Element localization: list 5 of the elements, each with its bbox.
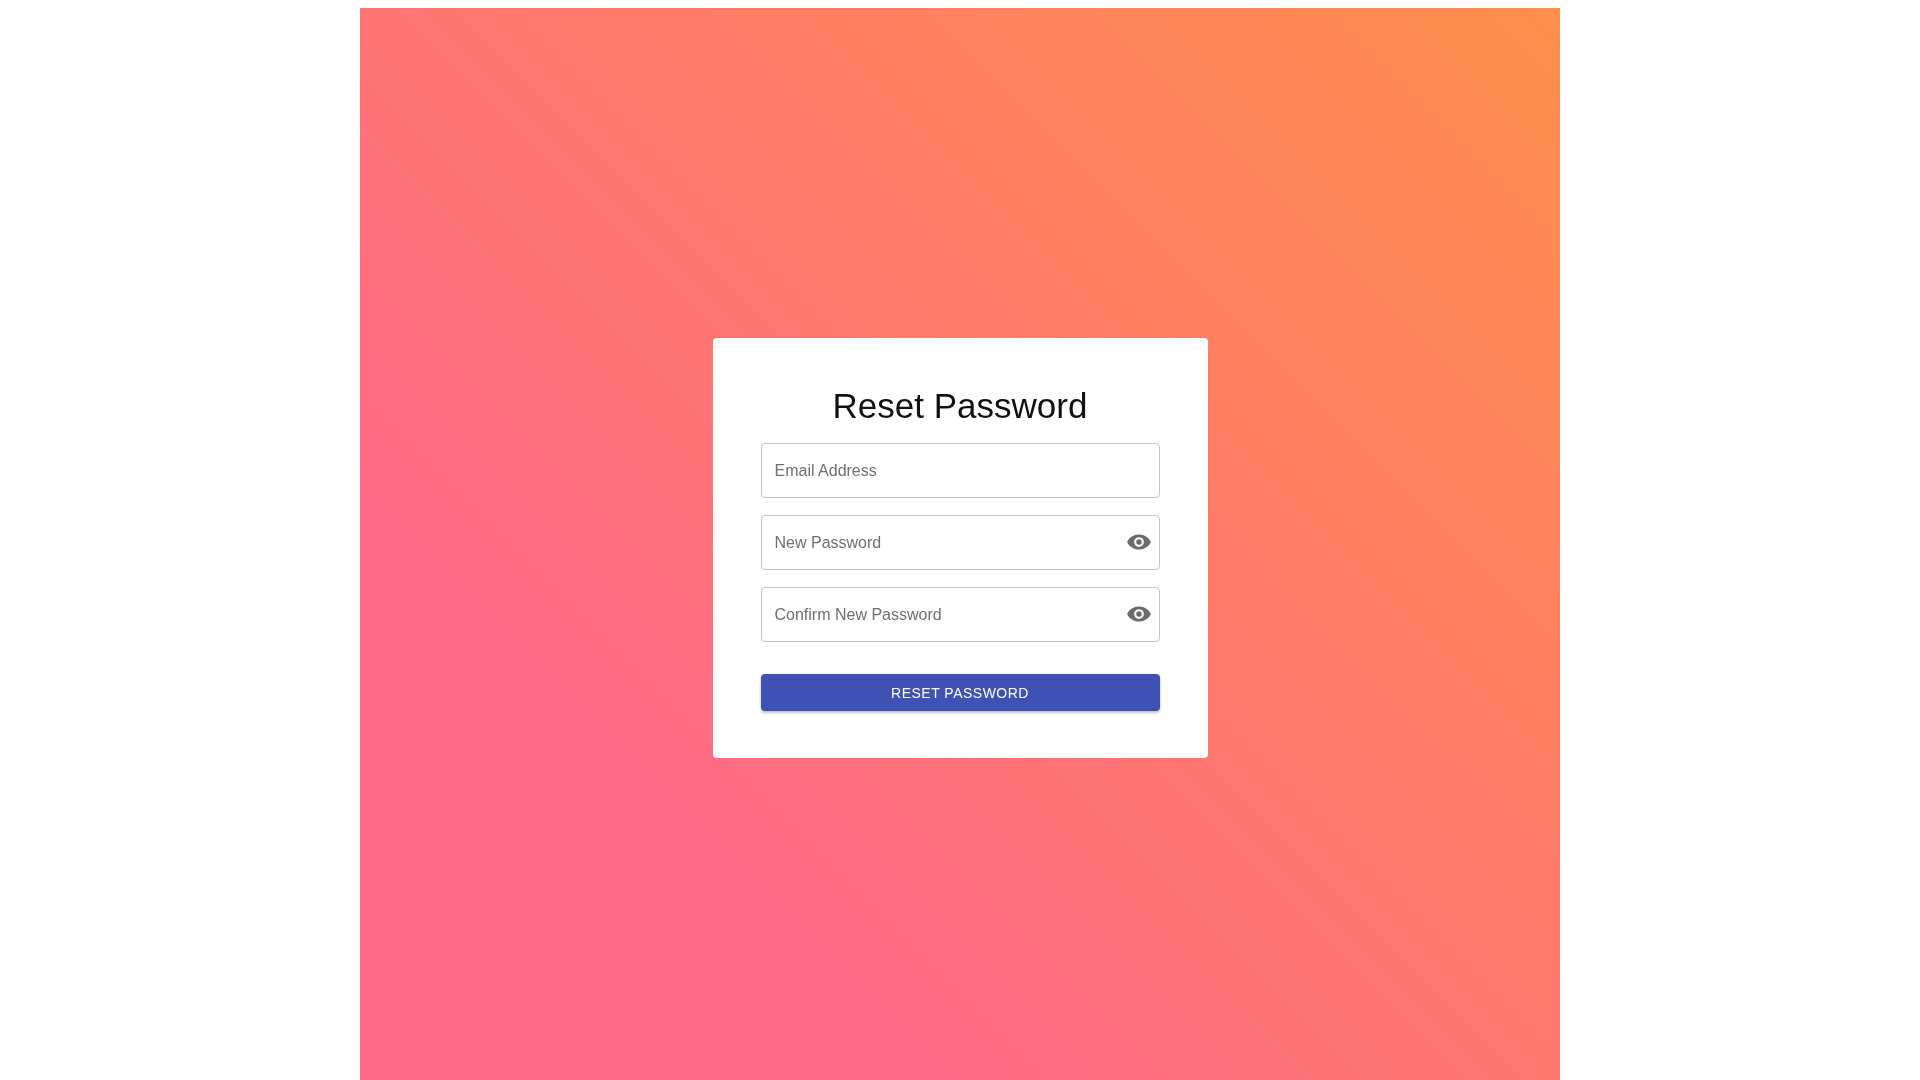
email-field[interactable]: Email Address [760,443,1160,498]
reset-password-button[interactable]: RESET PASSWORD [760,674,1160,711]
password-field[interactable]: Confirm New Password [760,587,1160,642]
password-field[interactable]: New Password [760,515,1160,570]
card-title: Reset Password [831,385,1089,427]
